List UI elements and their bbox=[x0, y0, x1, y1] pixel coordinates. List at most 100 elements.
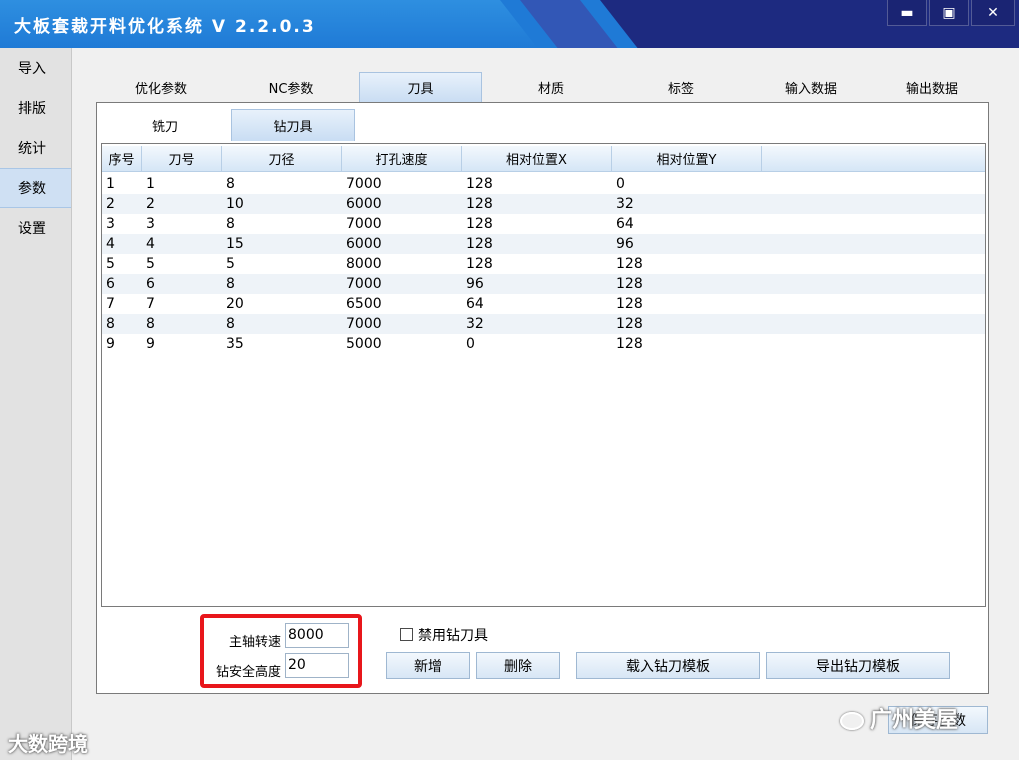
tab-milling-cutter[interactable]: 铣刀 bbox=[103, 109, 227, 141]
table-cell[interactable]: 10 bbox=[222, 194, 342, 214]
table-cell[interactable]: 7 bbox=[102, 294, 142, 314]
table-cell[interactable]: 128 bbox=[462, 214, 612, 234]
column-header[interactable]: 相对位置X bbox=[462, 146, 612, 172]
table-cell[interactable]: 128 bbox=[612, 314, 762, 334]
table-cell[interactable]: 32 bbox=[462, 314, 612, 334]
table-cell[interactable]: 35 bbox=[222, 334, 342, 354]
close-button[interactable]: ✕ bbox=[971, 0, 1015, 26]
table-row[interactable]: 6 6 8 7000 96 128 bbox=[102, 274, 985, 294]
table-cell[interactable]: 8000 bbox=[342, 254, 462, 274]
table-cell[interactable]: 1 bbox=[102, 174, 142, 194]
table-cell[interactable]: 7000 bbox=[342, 314, 462, 334]
tab-nc-params[interactable]: NC参数 bbox=[226, 72, 356, 102]
table-cell[interactable]: 3 bbox=[142, 214, 222, 234]
table-cell[interactable]: 6 bbox=[142, 274, 222, 294]
sidebar-item-layout[interactable]: 排版 bbox=[0, 88, 71, 128]
table-cell[interactable]: 128 bbox=[612, 274, 762, 294]
table-cell[interactable]: 3 bbox=[102, 214, 142, 234]
table-cell-filler bbox=[762, 214, 985, 234]
tab-input-data[interactable]: 输入数据 bbox=[746, 72, 876, 102]
tab-tools[interactable]: 刀具 bbox=[359, 72, 482, 102]
table-cell[interactable]: 64 bbox=[612, 214, 762, 234]
table-cell-filler bbox=[762, 294, 985, 314]
table-cell[interactable]: 6500 bbox=[342, 294, 462, 314]
watermark-left-text: 大数跨境 bbox=[8, 732, 88, 756]
table-cell[interactable]: 0 bbox=[612, 174, 762, 194]
table-row[interactable]: 1 1 8 7000 128 0 bbox=[102, 174, 985, 194]
table-cell[interactable]: 9 bbox=[142, 334, 222, 354]
sidebar-item-label: 导入 bbox=[18, 61, 46, 77]
table-cell[interactable]: 4 bbox=[142, 234, 222, 254]
table-cell[interactable]: 5 bbox=[142, 254, 222, 274]
sidebar-item-import[interactable]: 导入 bbox=[0, 48, 71, 88]
sidebar-item-statistics[interactable]: 统计 bbox=[0, 128, 71, 168]
table-cell[interactable]: 2 bbox=[142, 194, 222, 214]
tab-optimization-params[interactable]: 优化参数 bbox=[96, 72, 226, 102]
column-header[interactable]: 相对位置Y bbox=[612, 146, 762, 172]
drill-tool-table[interactable]: 序号 刀号 刀径 打孔速度 相对位置X 相对位置Y 1 1 8 7000 128 0 2 2 1… bbox=[101, 143, 986, 607]
tab-output-data[interactable]: 输出数据 bbox=[866, 72, 998, 102]
table-cell[interactable]: 6 bbox=[102, 274, 142, 294]
table-row[interactable]: 8 8 8 7000 32 128 bbox=[102, 314, 985, 334]
table-cell[interactable]: 128 bbox=[462, 174, 612, 194]
table-cell[interactable]: 4 bbox=[102, 234, 142, 254]
column-header[interactable]: 序号 bbox=[102, 146, 142, 172]
tab-label: 标签 bbox=[667, 81, 694, 97]
table-row[interactable]: 7 7 20 6500 64 128 bbox=[102, 294, 985, 314]
table-row[interactable]: 2 2 10 6000 128 32 bbox=[102, 194, 985, 214]
table-cell[interactable]: 128 bbox=[462, 194, 612, 214]
table-cell[interactable]: 8 bbox=[222, 174, 342, 194]
table-cell[interactable]: 5000 bbox=[342, 334, 462, 354]
sidebar-item-parameters[interactable]: 参数 bbox=[0, 168, 71, 208]
minimize-button[interactable]: ▬ bbox=[887, 0, 927, 26]
table-cell[interactable]: 7000 bbox=[342, 174, 462, 194]
table-row[interactable]: 4 4 15 6000 128 96 bbox=[102, 234, 985, 254]
table-cell[interactable]: 128 bbox=[462, 254, 612, 274]
table-cell[interactable]: 128 bbox=[612, 294, 762, 314]
table-row[interactable]: 9 9 35 5000 0 128 bbox=[102, 334, 985, 354]
table-cell[interactable]: 8 bbox=[222, 214, 342, 234]
table-cell[interactable]: 32 bbox=[612, 194, 762, 214]
disable-drill-label: 禁用钻刀具 bbox=[418, 628, 488, 644]
table-cell[interactable]: 9 bbox=[102, 334, 142, 354]
table-cell[interactable]: 8 bbox=[142, 314, 222, 334]
column-header[interactable]: 刀径 bbox=[222, 146, 342, 172]
column-header[interactable]: 打孔速度 bbox=[342, 146, 462, 172]
add-button[interactable]: 新增 bbox=[386, 652, 470, 679]
table-cell[interactable]: 5 bbox=[102, 254, 142, 274]
table-cell[interactable]: 1 bbox=[142, 174, 222, 194]
table-row[interactable]: 5 5 5 8000 128 128 bbox=[102, 254, 985, 274]
table-cell[interactable]: 7000 bbox=[342, 274, 462, 294]
table-cell[interactable]: 2 bbox=[102, 194, 142, 214]
table-cell[interactable]: 96 bbox=[462, 274, 612, 294]
table-cell[interactable]: 8 bbox=[222, 274, 342, 294]
table-cell[interactable]: 64 bbox=[462, 294, 612, 314]
disable-drill-checkbox[interactable] bbox=[400, 628, 413, 641]
table-cell[interactable]: 0 bbox=[462, 334, 612, 354]
table-cell[interactable]: 7 bbox=[142, 294, 222, 314]
table-cell[interactable]: 96 bbox=[612, 234, 762, 254]
table-row[interactable]: 3 3 8 7000 128 64 bbox=[102, 214, 985, 234]
load-template-button[interactable]: 载入钻刀模板 bbox=[576, 652, 760, 679]
table-cell[interactable]: 128 bbox=[612, 334, 762, 354]
table-cell[interactable]: 8 bbox=[102, 314, 142, 334]
table-cell[interactable]: 128 bbox=[612, 254, 762, 274]
tab-label-settings[interactable]: 标签 bbox=[616, 72, 746, 102]
table-cell[interactable]: 20 bbox=[222, 294, 342, 314]
delete-button[interactable]: 删除 bbox=[476, 652, 560, 679]
maximize-button[interactable]: ▣ bbox=[929, 0, 969, 26]
column-header[interactable]: 刀号 bbox=[142, 146, 222, 172]
tab-drill-tools[interactable]: 钻刀具 bbox=[231, 109, 355, 141]
tool-panel: 铣刀 钻刀具 序号 刀号 刀径 打孔速度 相对位置X 相对位置Y 1 1 8 7000… bbox=[96, 102, 989, 694]
table-cell[interactable]: 5 bbox=[222, 254, 342, 274]
export-template-button[interactable]: 导出钻刀模板 bbox=[766, 652, 950, 679]
table-cell[interactable]: 15 bbox=[222, 234, 342, 254]
table-cell[interactable]: 8 bbox=[222, 314, 342, 334]
table-cell[interactable]: 128 bbox=[462, 234, 612, 254]
table-cell[interactable]: 6000 bbox=[342, 234, 462, 254]
table-cell[interactable]: 6000 bbox=[342, 194, 462, 214]
sidebar-item-settings[interactable]: 设置 bbox=[0, 208, 71, 248]
tab-material[interactable]: 材质 bbox=[486, 72, 616, 102]
watermark-right-text: 广州美屋 bbox=[870, 708, 959, 733]
table-cell[interactable]: 7000 bbox=[342, 214, 462, 234]
